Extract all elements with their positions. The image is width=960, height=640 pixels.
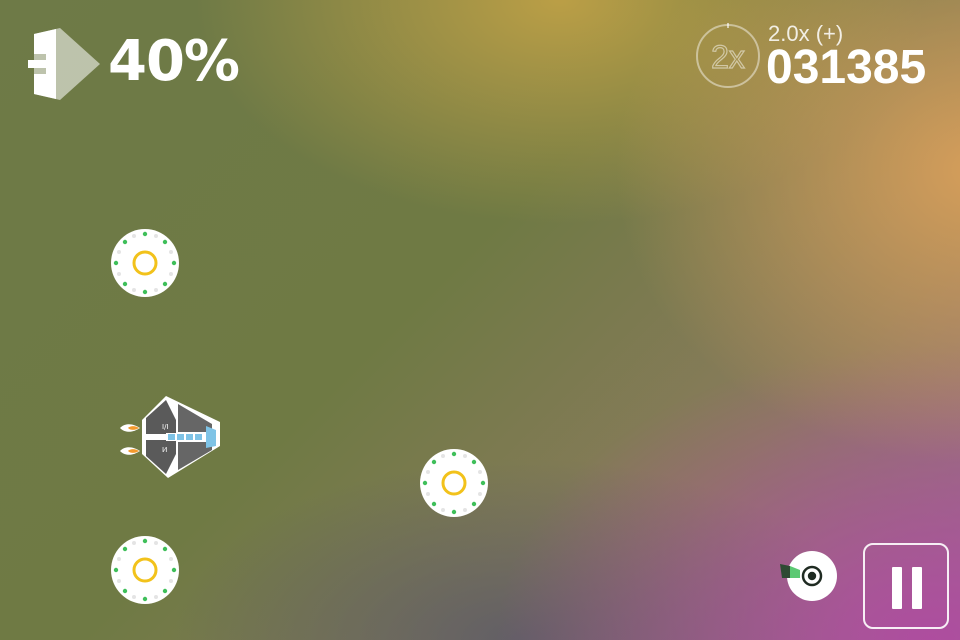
svg-text:Ι⁄Ι: Ι⁄Ι: [162, 446, 167, 454]
score-value: 031385: [766, 41, 927, 94]
pause-icon: [892, 567, 902, 609]
player-ship: Ι/Ι Ι⁄Ι: [120, 396, 220, 478]
boost-meter-icon: [28, 28, 100, 100]
game-stage: 40% 2x 2.0x (+) 031385 Ι/Ι Ι⁄Ι: [0, 0, 960, 640]
svg-text:Ι/Ι: Ι/Ι: [162, 423, 169, 431]
energy-orb: [111, 536, 179, 604]
multiplier-ring-text: 2x: [711, 39, 745, 75]
energy-orb: [420, 449, 488, 517]
energy-orb: [111, 229, 179, 297]
multiplier-ring-icon: 2x: [696, 23, 760, 88]
boost-percent: 40%: [108, 29, 240, 94]
pause-button[interactable]: [863, 543, 949, 629]
enemy-drone: [780, 551, 837, 601]
pause-icon: [912, 567, 922, 609]
